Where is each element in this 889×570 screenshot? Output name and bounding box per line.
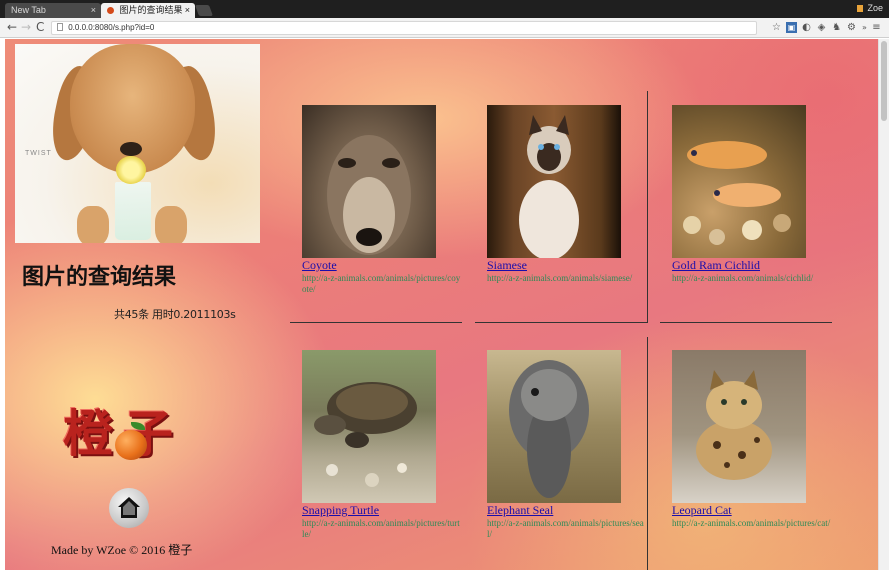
star-icon[interactable]: ☆ [771, 22, 782, 33]
forward-button[interactable]: → [21, 20, 31, 35]
profile-name: Zoe [867, 3, 883, 13]
result-card: Gold Ram Cichlid http://a-z-animals.com/… [660, 105, 835, 345]
dog-nose [120, 142, 142, 156]
reload-button[interactable]: C [36, 20, 44, 35]
address-bar[interactable]: 0.0.0.0:8080/s.php?id=0 [51, 21, 757, 35]
result-thumbnail[interactable] [302, 105, 436, 258]
divider [475, 322, 647, 323]
result-title-link[interactable]: Elephant Seal [487, 503, 553, 518]
result-card: Leopard Cat http://a-z-animals.com/anima… [660, 350, 835, 570]
result-url: http://a-z-animals.com/animals/siamese/ [487, 273, 633, 283]
divider [660, 322, 832, 323]
settings-icon[interactable]: ⚙ [846, 22, 857, 33]
result-url: http://a-z-animals.com/animals/pictures/… [302, 273, 461, 294]
shield-icon[interactable]: ◈ [816, 22, 827, 33]
lemon-slice [116, 156, 146, 184]
result-card: Elephant Seal http://a-z-animals.com/ani… [475, 350, 650, 570]
page-title: 图片的查询结果 [22, 265, 177, 290]
extension-icon[interactable]: ♞ [831, 22, 842, 33]
tab-label: New Tab [11, 5, 46, 15]
new-tab-button[interactable] [194, 5, 214, 16]
menu-icon[interactable]: ≡ [871, 22, 882, 33]
result-url: http://a-z-animals.com/animals/pictures/… [302, 518, 460, 539]
lemonade-glass [115, 182, 151, 240]
site-logo[interactable]: 橙 子 [63, 392, 193, 477]
tab-label: 图片的查询结果 [119, 5, 183, 15]
home-button[interactable] [109, 488, 149, 528]
result-stats: 共45条 用时0.2011103s [114, 308, 236, 321]
result-thumbnail[interactable] [487, 350, 621, 503]
column-divider [647, 337, 648, 570]
result-thumbnail[interactable] [302, 350, 436, 503]
result-card: Coyote http://a-z-animals.com/animals/pi… [290, 105, 465, 345]
result-thumbnail[interactable] [487, 105, 621, 258]
dog-paw [155, 206, 187, 243]
chevron-icon[interactable]: » [859, 22, 870, 33]
orange-icon [115, 430, 147, 460]
scrollbar-thumb[interactable] [881, 41, 887, 121]
watermark: TWIST [25, 150, 52, 157]
logo-char: 橙 [63, 404, 113, 463]
profile-button[interactable]: Zoe [856, 3, 883, 13]
address-text: 0.0.0.0:8080/s.php?id=0 [68, 23, 155, 32]
page-content: TWIST 图片的查询结果 共45条 用时0.2011103s 橙 子 Made… [5, 39, 878, 570]
result-card: Siamese http://a-z-animals.com/animals/s… [475, 105, 650, 345]
result-title-link[interactable]: Siamese [487, 258, 527, 273]
tab-new-tab[interactable]: New Tab × [5, 3, 101, 18]
result-url: http://a-z-animals.com/animals/pictures/… [672, 518, 831, 528]
browser-toolbar: ← → C 0.0.0.0:8080/s.php?id=0 ☆ ▣ ◐ ◈ ♞ … [0, 18, 889, 38]
browser-tab-strip: New Tab × 图片的查询结果 × Zoe [0, 0, 889, 18]
favicon-icon [107, 7, 114, 14]
tab-search-results[interactable]: 图片的查询结果 × [101, 3, 195, 18]
home-icon [118, 497, 140, 518]
dog-paw [77, 206, 109, 243]
user-icon [856, 5, 863, 12]
column-divider [647, 91, 648, 323]
result-card: Snapping Turtle http://a-z-animals.com/a… [290, 350, 465, 570]
extension-icon[interactable]: ▣ [786, 22, 797, 33]
extension-icon[interactable]: ◐ [801, 22, 812, 33]
result-url: http://a-z-animals.com/animals/pictures/… [487, 518, 644, 539]
page-scrollbar[interactable] [878, 39, 889, 570]
close-icon[interactable]: × [185, 3, 190, 17]
result-thumbnail[interactable] [672, 105, 806, 258]
divider [290, 322, 462, 323]
result-title-link[interactable]: Gold Ram Cichlid [672, 258, 760, 273]
page-icon [57, 23, 63, 31]
result-url: http://a-z-animals.com/animals/cichlid/ [672, 273, 814, 283]
result-title-link[interactable]: Coyote [302, 258, 337, 273]
close-icon[interactable]: × [91, 3, 96, 17]
hero-image: TWIST [15, 44, 260, 243]
result-thumbnail[interactable] [672, 350, 806, 503]
result-title-link[interactable]: Snapping Turtle [302, 503, 379, 518]
back-button[interactable]: ← [7, 20, 17, 35]
result-title-link[interactable]: Leopard Cat [672, 503, 732, 518]
footer-text: Made by WZoe © 2016 橙子 [51, 543, 193, 557]
